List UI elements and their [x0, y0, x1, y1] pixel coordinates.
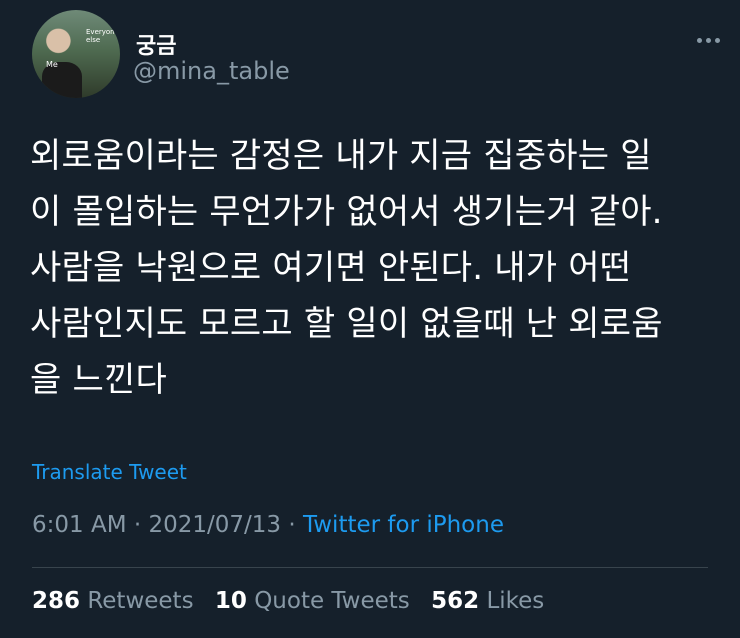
quote-tweets-stat[interactable]: 10 Quote Tweets: [215, 588, 410, 614]
avatar[interactable]: Everyone else Me: [32, 10, 120, 98]
likes-stat[interactable]: 562 Likes: [431, 588, 544, 614]
tweet-line: 사람을 낙원으로 여기면 안된다. 내가 어떤: [30, 248, 632, 288]
divider: [32, 567, 708, 568]
tweet-source-link[interactable]: Twitter for iPhone: [303, 512, 504, 538]
retweets-stat[interactable]: 286 Retweets: [32, 588, 194, 614]
tweet-line: 을 느낀다: [30, 360, 167, 400]
tweet-line: 이 몰입하는 무언가가 없어서 생기는거 같아.: [30, 192, 663, 232]
quotes-label: Quote Tweets: [254, 588, 410, 614]
tweet-text: 외로움이라는 감정은 내가 지금 집중하는 일 이 몰입하는 무언가가 없어서 …: [30, 128, 720, 408]
more-options-icon[interactable]: [697, 38, 720, 43]
tweet-header: Everyone else Me 궁금 @mina_table: [30, 10, 720, 102]
avatar-tag-text: Everyone else: [86, 28, 119, 44]
retweets-label: Retweets: [87, 588, 194, 614]
user-handle[interactable]: @mina_table: [133, 57, 290, 85]
tweet-line: 사람인지도 모르고 할 일이 없을때 난 외로움: [30, 304, 663, 344]
display-name[interactable]: 궁금: [136, 28, 176, 60]
tweet-metadata: 6:01 AM · 2021/07/13 · Twitter for iPhon…: [32, 512, 504, 538]
avatar-caption: Me: [46, 60, 58, 69]
retweets-count: 286: [32, 588, 81, 614]
tweet-time: 6:01 AM: [32, 512, 127, 538]
tweet-date[interactable]: 2021/07/13: [148, 512, 281, 538]
quotes-count: 10: [214, 588, 247, 614]
meta-separator: ·: [288, 512, 296, 538]
tweet-line: 외로움이라는 감정은 내가 지금 집중하는 일: [30, 136, 652, 176]
likes-count: 562: [431, 588, 480, 614]
likes-label: Likes: [486, 588, 545, 614]
meta-separator: ·: [133, 512, 142, 538]
engagement-stats: 286 Retweets 10 Quote Tweets 562 Likes: [32, 588, 544, 614]
translate-tweet-link[interactable]: Translate Tweet: [32, 460, 187, 484]
